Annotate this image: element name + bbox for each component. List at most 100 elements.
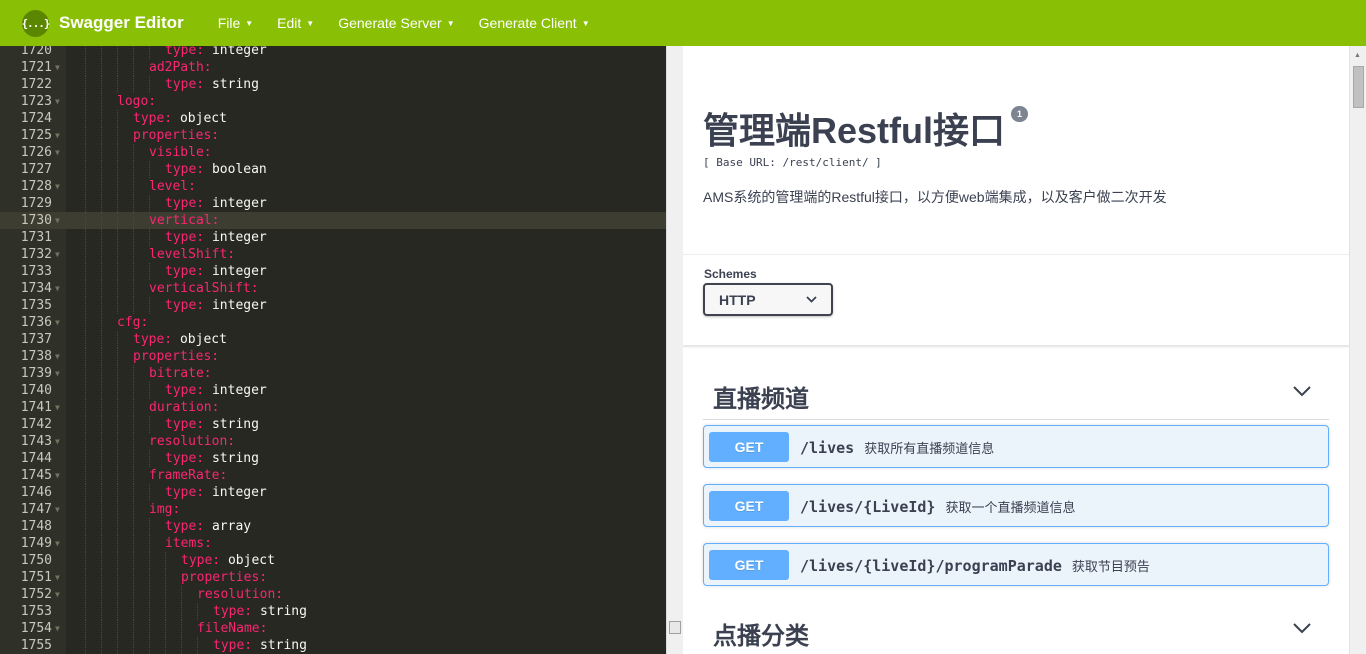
fold-arrow-icon[interactable]: ▼ <box>55 280 60 297</box>
indent-guide <box>117 620 118 637</box>
code-line[interactable]: 1754 ▼ fileName: <box>0 620 666 637</box>
fold-arrow-icon[interactable]: ▼ <box>55 365 60 382</box>
code-text: img: <box>149 501 180 518</box>
code-line[interactable]: 1750 type: object <box>0 552 666 569</box>
code-line[interactable]: 1742 type: string <box>0 416 666 433</box>
code-line[interactable]: 1723 ▼ logo: <box>0 93 666 110</box>
code-line[interactable]: 1753 type: string <box>0 603 666 620</box>
code-line[interactable]: 1730 ▼ vertical: <box>0 212 666 229</box>
fold-arrow-icon[interactable]: ▼ <box>55 348 60 365</box>
code-line[interactable]: 1729 type: integer <box>0 195 666 212</box>
code-line[interactable]: 1734 ▼ verticalShift: <box>0 280 666 297</box>
code-text: duration: <box>149 399 219 416</box>
code-line[interactable]: 1728 ▼ level: <box>0 178 666 195</box>
fold-arrow-icon[interactable]: ▼ <box>55 586 60 603</box>
fold-arrow-icon[interactable]: ▼ <box>55 535 60 552</box>
chevron-down-icon[interactable] <box>1293 623 1311 634</box>
fold-arrow-icon[interactable]: ▼ <box>55 246 60 263</box>
tag-title: 直播频道 <box>713 386 809 413</box>
operation-get-lives[interactable]: GET /lives 获取所有直播频道信息 <box>703 425 1329 468</box>
menu-edit[interactable]: Edit ▼ <box>277 15 314 31</box>
indent-guide <box>117 552 118 569</box>
chevron-down-icon[interactable] <box>1293 386 1311 397</box>
operation-get-program-parade[interactable]: GET /lives/{liveId}/programParade 获取节目预告 <box>703 543 1329 586</box>
code-line[interactable]: 1749 ▼ items: <box>0 535 666 552</box>
fold-arrow-icon[interactable]: ▼ <box>55 433 60 450</box>
fold-arrow-icon[interactable]: ▼ <box>55 144 60 161</box>
indent-guide <box>165 552 166 569</box>
code-line[interactable]: 1727 type: boolean <box>0 161 666 178</box>
code-line[interactable]: 1745 ▼ frameRate: <box>0 467 666 484</box>
scrollbar-thumb[interactable] <box>1353 66 1364 108</box>
schemes-select[interactable]: HTTP <box>703 283 833 316</box>
code-line[interactable]: 1739 ▼ bitrate: <box>0 365 666 382</box>
indent-guide <box>101 399 102 416</box>
fold-arrow-icon[interactable]: ▼ <box>55 467 60 484</box>
swagger-logo-icon: {...} <box>21 9 51 37</box>
code-line[interactable]: 1721 ▼ ad2Path: <box>0 59 666 76</box>
operation-get-live-by-id[interactable]: GET /lives/{LiveId} 获取一个直播频道信息 <box>703 484 1329 527</box>
yaml-value: object <box>172 332 227 347</box>
code-line[interactable]: 1733 type: integer <box>0 263 666 280</box>
fold-arrow-icon[interactable]: ▼ <box>55 127 60 144</box>
scroll-up-arrow-icon[interactable]: ▲ <box>1354 52 1361 59</box>
code-line[interactable]: 1743 ▼ resolution: <box>0 433 666 450</box>
code-line[interactable]: 1735 type: integer <box>0 297 666 314</box>
editor-scroll-handle[interactable] <box>669 621 681 634</box>
line-number: 1726 <box>20 145 52 160</box>
code-line[interactable]: 1740 type: integer <box>0 382 666 399</box>
indent-guide <box>85 93 86 110</box>
code-line[interactable]: 1738 ▼ properties: <box>0 348 666 365</box>
menu-file[interactable]: File ▼ <box>218 15 253 31</box>
code-line[interactable]: 1747 ▼ img: <box>0 501 666 518</box>
code-line[interactable]: 1752 ▼ resolution: <box>0 586 666 603</box>
tag-section-vod-category[interactable]: 点播分类 <box>703 611 1329 654</box>
fold-arrow-icon[interactable]: ▼ <box>55 178 60 195</box>
fold-arrow-icon[interactable]: ▼ <box>55 569 60 586</box>
indent-guide <box>117 59 118 76</box>
code-line[interactable]: 1725 ▼ properties: <box>0 127 666 144</box>
indent-guide <box>101 450 102 467</box>
code-line[interactable]: 1732 ▼ levelShift: <box>0 246 666 263</box>
docs-scrollbar[interactable]: ▲ <box>1349 46 1366 654</box>
yaml-key: properties: <box>181 570 268 585</box>
pane-divider[interactable] <box>666 46 683 654</box>
code-text: type: string <box>165 76 259 93</box>
fold-arrow-icon[interactable]: ▼ <box>55 93 60 110</box>
menu-generate-client[interactable]: Generate Client ▼ <box>479 15 590 31</box>
editor-lines[interactable]: 1720 type: integer 1721 ▼ ad2Path: 1722 type: … <box>0 46 666 654</box>
yaml-editor[interactable]: 1720 type: integer 1721 ▼ ad2Path: 1722 type: … <box>0 46 666 654</box>
code-line[interactable]: 1748 type: array <box>0 518 666 535</box>
code-line[interactable]: 1720 type: integer <box>0 46 666 59</box>
code-text: type: object <box>181 552 275 569</box>
code-line[interactable]: 1737 type: object <box>0 331 666 348</box>
fold-arrow-icon[interactable]: ▼ <box>55 399 60 416</box>
code-line[interactable]: 1726 ▼ visible: <box>0 144 666 161</box>
code-line[interactable]: 1755 type: string <box>0 637 666 654</box>
code-line[interactable]: 1751 ▼ properties: <box>0 569 666 586</box>
yaml-key: type: <box>133 332 173 347</box>
fold-arrow-icon[interactable]: ▼ <box>55 620 60 637</box>
code-line[interactable]: 1736 ▼ cfg: <box>0 314 666 331</box>
indent-guide <box>165 569 166 586</box>
yaml-key: img: <box>149 502 181 517</box>
indent-guide <box>85 314 86 331</box>
code-line[interactable]: 1744 type: string <box>0 450 666 467</box>
code-line[interactable]: 1722 type: string <box>0 76 666 93</box>
menu-generate-server[interactable]: Generate Server ▼ <box>338 15 454 31</box>
fold-arrow-icon[interactable]: ▼ <box>55 501 60 518</box>
indent-guide <box>85 297 86 314</box>
app-logo[interactable]: {...} Swagger Editor <box>21 9 184 37</box>
tag-section-live[interactable]: 直播频道 <box>703 374 1329 420</box>
code-line[interactable]: 1746 type: integer <box>0 484 666 501</box>
operation-path: /lives/{liveId}/programParade 获取节目预告 <box>800 556 1150 575</box>
yaml-value: string <box>204 417 259 432</box>
code-line[interactable]: 1724 type: object <box>0 110 666 127</box>
fold-arrow-icon[interactable]: ▼ <box>55 59 60 76</box>
indent-guide <box>133 46 134 59</box>
fold-arrow-icon[interactable]: ▼ <box>55 212 60 229</box>
code-line[interactable]: 1731 type: integer <box>0 229 666 246</box>
code-line[interactable]: 1741 ▼ duration: <box>0 399 666 416</box>
indent-guide <box>133 297 134 314</box>
fold-arrow-icon[interactable]: ▼ <box>55 314 60 331</box>
